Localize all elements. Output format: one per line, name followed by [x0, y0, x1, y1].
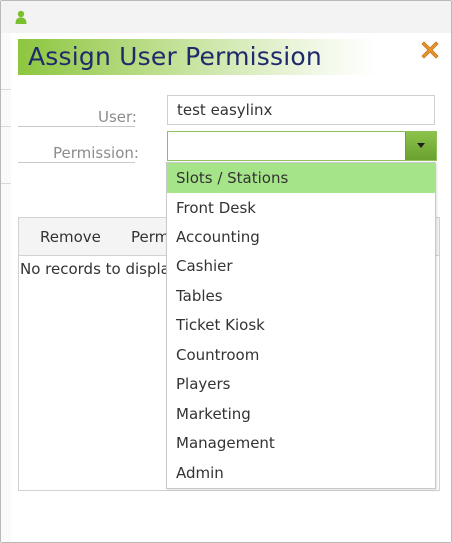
dropdown-option-management[interactable]: Management — [167, 428, 435, 458]
title-bar — [1, 1, 451, 33]
column-permission[interactable]: Perm — [131, 228, 169, 246]
dropdown-option-accounting[interactable]: Accounting — [167, 222, 435, 252]
permission-label: Permission: — [53, 144, 139, 162]
chevron-down-icon — [417, 143, 425, 148]
dropdown-option-countroom[interactable]: Countroom — [167, 340, 435, 370]
column-remove[interactable]: Remove — [40, 228, 101, 246]
dropdown-option-cashier[interactable]: Cashier — [167, 251, 435, 281]
permission-divider — [18, 162, 135, 163]
background-panel-edge — [1, 33, 11, 542]
dropdown-option-ticket-kiosk[interactable]: Ticket Kiosk — [167, 310, 435, 340]
permission-select[interactable] — [167, 131, 437, 161]
dialog-title: Assign User Permission — [28, 42, 322, 71]
user-divider — [18, 126, 135, 127]
dropdown-option-marketing[interactable]: Marketing — [167, 399, 435, 429]
permission-dropdown-list[interactable]: Slots / Stations Front Desk Accounting C… — [166, 162, 436, 489]
user-field[interactable]: test easylinx — [167, 95, 435, 125]
dropdown-option-tables[interactable]: Tables — [167, 281, 435, 311]
user-icon — [15, 10, 27, 24]
close-icon[interactable] — [419, 39, 441, 61]
dropdown-option-players[interactable]: Players — [167, 369, 435, 399]
dropdown-option-slots-stations[interactable]: Slots / Stations — [167, 163, 435, 193]
grid-empty-message: No records to display — [20, 260, 179, 278]
permission-dropdown-toggle[interactable] — [405, 132, 436, 160]
dropdown-option-admin[interactable]: Admin — [167, 458, 435, 488]
dialog-header: Assign User Permission — [18, 39, 378, 75]
dropdown-option-front-desk[interactable]: Front Desk — [167, 193, 435, 223]
user-label: User: — [98, 108, 137, 126]
